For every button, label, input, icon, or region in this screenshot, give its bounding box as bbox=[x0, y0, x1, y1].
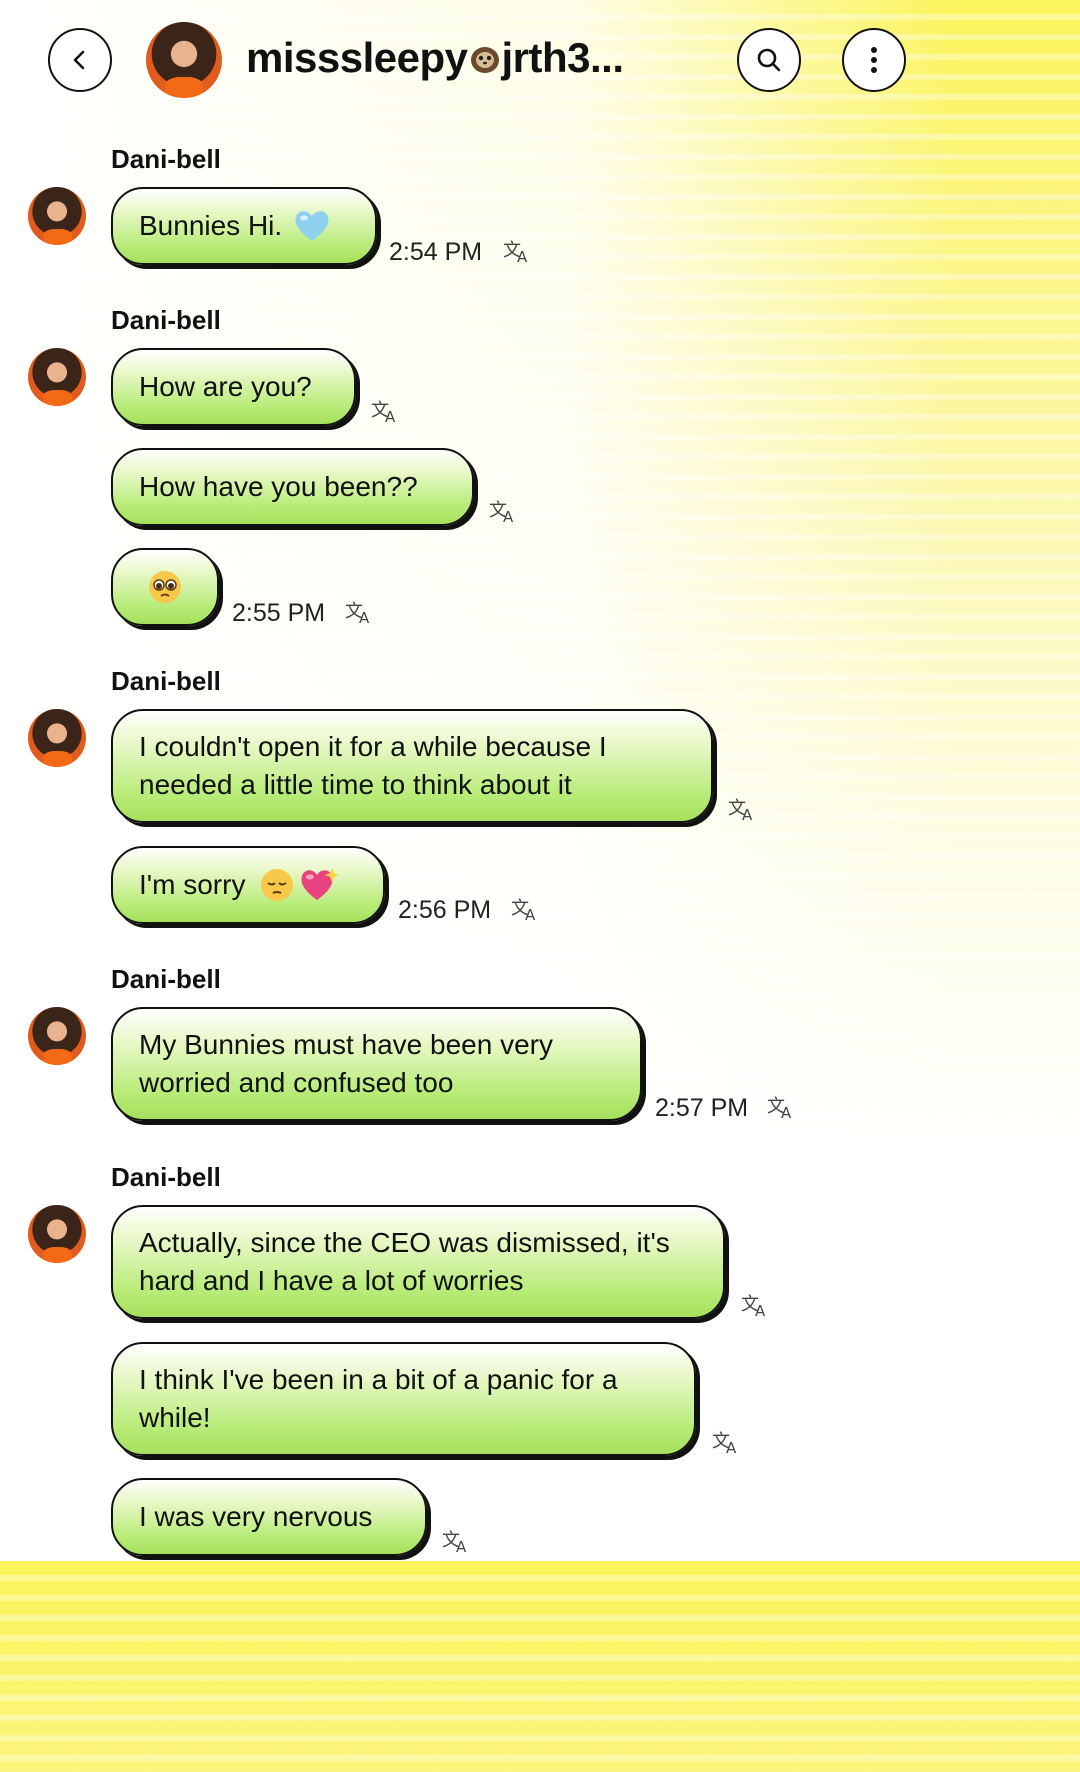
translate-icon[interactable]: 文A bbox=[345, 599, 375, 627]
message-text: How are you? bbox=[139, 371, 312, 402]
chat-title-suffix: jrth3... bbox=[501, 34, 625, 81]
timestamp: 2:56 PM bbox=[398, 896, 492, 924]
search-button[interactable] bbox=[737, 28, 801, 92]
svg-text:A: A bbox=[781, 1104, 792, 1120]
message-bubble[interactable]: I was very nervous bbox=[111, 1478, 427, 1556]
avatar[interactable] bbox=[28, 1205, 86, 1263]
svg-text:A: A bbox=[503, 508, 514, 524]
sender-name: Dani-bell bbox=[111, 144, 221, 174]
svg-text:A: A bbox=[525, 906, 536, 922]
light-blue-heart-icon bbox=[295, 211, 329, 241]
message-bubble[interactable]: I couldn't open it for a while because I… bbox=[111, 709, 713, 823]
translate-icon[interactable]: 文A bbox=[442, 1528, 472, 1556]
back-icon bbox=[73, 50, 85, 70]
message-text: How have you been?? bbox=[139, 471, 418, 502]
timestamp: 2:55 PM bbox=[232, 599, 326, 627]
back-button[interactable] bbox=[48, 28, 112, 92]
svg-text:A: A bbox=[742, 806, 753, 822]
svg-text:A: A bbox=[456, 1538, 467, 1554]
avatar[interactable] bbox=[28, 709, 86, 767]
translate-icon[interactable]: 文A bbox=[728, 796, 758, 824]
pensive-face-icon bbox=[261, 869, 294, 901]
avatar[interactable] bbox=[28, 348, 86, 406]
translate-icon[interactable]: 文A bbox=[371, 398, 401, 426]
avatar[interactable] bbox=[28, 1007, 86, 1065]
message-bubble[interactable]: Actually, since the CEO was dismissed, i… bbox=[111, 1205, 725, 1319]
translate-icon[interactable]: 文A bbox=[489, 498, 519, 526]
pleading-face-icon bbox=[149, 571, 181, 603]
message-text: I'm sorry bbox=[139, 869, 246, 900]
header-avatar[interactable] bbox=[146, 22, 222, 98]
translate-icon[interactable]: 文A bbox=[511, 896, 541, 924]
message-text: I think I've been in a bit of a panic fo… bbox=[139, 1364, 618, 1433]
svg-text:A: A bbox=[517, 248, 528, 264]
svg-text:A: A bbox=[755, 1302, 766, 1318]
svg-text:A: A bbox=[385, 408, 396, 424]
message-bubble[interactable]: How are you? bbox=[111, 348, 356, 426]
message-bubble[interactable]: Bunnies Hi. bbox=[111, 187, 377, 265]
svg-text:A: A bbox=[726, 1439, 737, 1455]
avatar[interactable] bbox=[28, 187, 86, 245]
search-icon bbox=[757, 48, 781, 72]
sender-name: Dani-bell bbox=[111, 666, 221, 696]
sender-name: Dani-bell bbox=[111, 964, 221, 994]
message-bubble[interactable]: My Bunnies must have been very worried a… bbox=[111, 1007, 642, 1121]
sender-name: Dani-bell bbox=[111, 1162, 221, 1192]
message-text: Actually, since the CEO was dismissed, i… bbox=[139, 1227, 670, 1296]
message-bubble[interactable]: How have you been?? bbox=[111, 448, 474, 526]
message-bubble[interactable]: I think I've been in a bit of a panic fo… bbox=[111, 1342, 696, 1456]
chat-title[interactable]: misssleepy jrth3... bbox=[246, 34, 624, 82]
message-text: My Bunnies must have been very worried a… bbox=[139, 1029, 553, 1098]
translate-icon[interactable]: 文A bbox=[712, 1429, 742, 1457]
translate-icon[interactable]: 文A bbox=[503, 238, 533, 266]
svg-text:A: A bbox=[359, 609, 370, 625]
message-bubble[interactable] bbox=[111, 548, 219, 626]
sender-name: Dani-bell bbox=[111, 305, 221, 335]
message-bubble[interactable]: I'm sorry bbox=[111, 846, 385, 924]
translate-icon[interactable]: 文A bbox=[767, 1094, 797, 1122]
message-text: I was very nervous bbox=[139, 1501, 373, 1532]
timestamp: 2:54 PM bbox=[389, 238, 483, 266]
timestamp: 2:57 PM bbox=[655, 1094, 749, 1122]
message-text: Bunnies Hi. bbox=[139, 210, 283, 241]
sloth-emoji-icon bbox=[470, 47, 499, 73]
more-icon bbox=[871, 47, 877, 73]
sparkling-heart-icon bbox=[301, 868, 340, 900]
translate-icon[interactable]: 文A bbox=[741, 1292, 771, 1320]
more-options-button[interactable] bbox=[842, 28, 906, 92]
message-text: I couldn't open it for a while because I… bbox=[139, 731, 607, 800]
chat-title-prefix: misssleepy bbox=[246, 34, 468, 81]
